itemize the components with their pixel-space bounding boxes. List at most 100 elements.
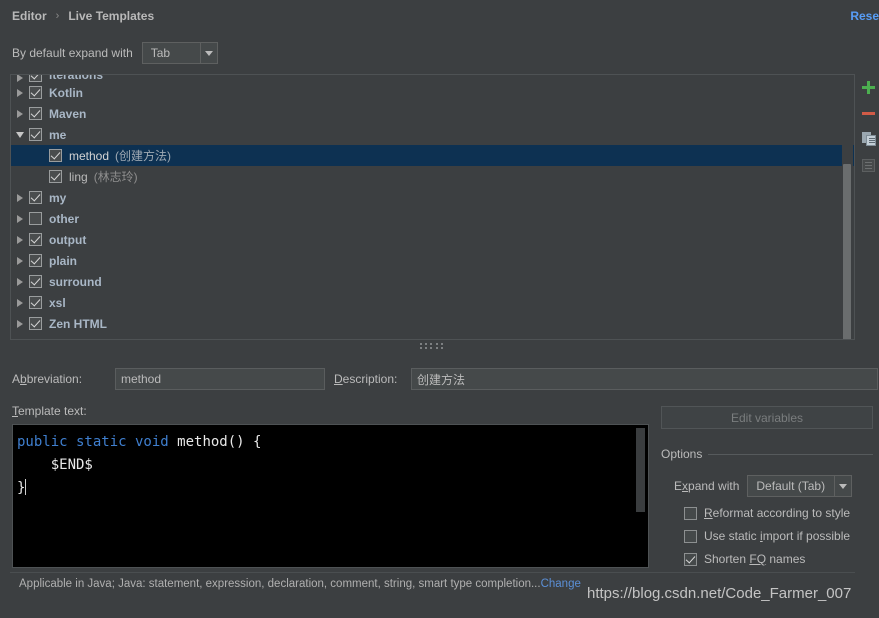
tree-row-checkbox[interactable] [49, 170, 62, 183]
add-icon [862, 80, 875, 94]
tree-row-checkbox[interactable] [29, 86, 42, 99]
panel-splitter[interactable] [10, 341, 855, 350]
expand-arrow-icon[interactable] [11, 75, 29, 82]
list-icon [862, 158, 875, 172]
reformat-checkbox-row[interactable]: Reformat according to style [684, 504, 850, 522]
tree-row[interactable]: other [11, 208, 854, 229]
default-expand-select[interactable]: Tab [141, 42, 218, 64]
code-line3: } [17, 480, 26, 496]
expand-arrow-icon[interactable] [11, 193, 29, 202]
tree-row-label: plain [49, 253, 78, 268]
tree-row-checkbox[interactable] [29, 107, 42, 120]
tree-row[interactable]: plain [11, 250, 854, 271]
tree-row[interactable]: Zen HTML [11, 313, 854, 334]
template-tree-panel[interactable]: iterations Kotlin Maven me method (创建方法) ling (… [10, 74, 855, 340]
default-expand-row: By default expand with Tab [12, 42, 218, 64]
change-context-button [858, 152, 879, 178]
tree-row-label: method [69, 148, 110, 163]
expand-arrow-icon[interactable] [11, 298, 29, 307]
reset-link[interactable]: Reset [850, 9, 879, 23]
expand-arrow-icon[interactable] [11, 235, 29, 244]
bottom-filler [0, 606, 879, 618]
tree-toolbar [858, 74, 879, 340]
code-keywords: public static void [17, 434, 178, 450]
description-label: Description: [334, 372, 398, 386]
tree-row-checkbox[interactable] [49, 149, 62, 162]
template-text-label: Template text: [12, 404, 87, 418]
description-input[interactable]: 创建方法 [411, 368, 878, 390]
expand-arrow-icon[interactable] [11, 256, 29, 265]
static-import-checkbox-row[interactable]: Use static import if possible [684, 527, 850, 545]
tree-row-checkbox[interactable] [29, 233, 42, 246]
tree-row-checkbox[interactable] [29, 317, 42, 330]
tree-row[interactable]: my [11, 187, 854, 208]
tree-row-checkbox[interactable] [29, 191, 42, 204]
tree-row-label: me [49, 127, 67, 142]
text-caret [25, 479, 27, 495]
tree-row[interactable]: xsl [11, 292, 854, 313]
tree-row[interactable]: ling (林志玲) [11, 166, 854, 187]
tree-row-checkbox[interactable] [29, 296, 42, 309]
change-context-link[interactable]: Change [541, 578, 581, 590]
options-group-divider [708, 453, 873, 455]
tree-row-label: my [49, 190, 67, 205]
applicable-context-text: Applicable in Java; Java: statement, exp… [19, 578, 581, 590]
expand-with-row: Expand with Default (Tab) [674, 475, 853, 497]
abbreviation-value: method [121, 372, 162, 386]
tree-scrollbar-track[interactable] [842, 76, 853, 339]
tree-row-checkbox[interactable] [29, 75, 42, 82]
applicable-context-value: Applicable in Java; Java: statement, exp… [19, 578, 541, 590]
tree-row-label: iterations [49, 75, 104, 82]
breadcrumb-root[interactable]: Editor [12, 9, 47, 23]
template-tree-list: iterations Kotlin Maven me method (创建方法) ling (… [11, 75, 854, 334]
add-template-button[interactable] [858, 74, 879, 100]
template-code: public static void method() { $END$ } [17, 431, 261, 500]
static-import-checkbox[interactable] [684, 529, 697, 543]
expand-with-label: Expand with [674, 479, 740, 493]
chevron-down-icon [833, 476, 852, 496]
tree-row-label: ling [69, 169, 88, 184]
template-tree-viewport: iterations Kotlin Maven me method (创建方法) ling (… [11, 75, 854, 339]
tree-row[interactable]: me [11, 124, 854, 145]
edit-variables-button[interactable]: Edit variables [661, 406, 873, 429]
tree-row-checkbox[interactable] [29, 212, 42, 225]
default-expand-label: By default expand with [12, 46, 133, 60]
collapse-arrow-icon[interactable] [11, 131, 29, 138]
expand-arrow-icon[interactable] [11, 214, 29, 223]
expand-arrow-icon[interactable] [11, 109, 29, 118]
editor-scrollbar-thumb[interactable] [636, 428, 645, 512]
tree-row[interactable]: surround [11, 271, 854, 292]
duplicate-template-button[interactable] [858, 126, 879, 152]
tree-row-checkbox[interactable] [29, 254, 42, 267]
breadcrumb-current: Live Templates [68, 9, 155, 23]
chevron-down-icon [200, 43, 216, 63]
code-line1-rest: method() { [177, 434, 262, 450]
tree-row[interactable]: iterations [11, 75, 854, 82]
abbreviation-input[interactable]: method [115, 368, 325, 390]
tree-row[interactable]: method (创建方法) [11, 145, 854, 166]
tree-row-checkbox[interactable] [29, 128, 42, 141]
tree-row[interactable]: Kotlin [11, 82, 854, 103]
reformat-label: Reformat according to style [704, 506, 851, 520]
shorten-fq-names-checkbox-row[interactable]: Shorten FQ names [684, 550, 805, 568]
edit-variables-label: Edit variables [730, 410, 804, 425]
remove-icon [862, 111, 875, 115]
expand-arrow-icon[interactable] [11, 277, 29, 286]
expand-arrow-icon[interactable] [11, 88, 29, 97]
tree-row[interactable]: output [11, 229, 854, 250]
tree-row-label: xsl [49, 295, 66, 310]
abbreviation-description-row: Abbreviation: method Description: 创建方法 [12, 368, 878, 390]
remove-template-button[interactable] [858, 100, 879, 126]
watermark: https://blog.csdn.net/Code_Farmer_007 [587, 585, 852, 602]
tree-row[interactable]: Maven [11, 103, 854, 124]
abbreviation-label: Abbreviation: [12, 372, 83, 386]
shorten-fq-names-checkbox[interactable] [684, 552, 697, 566]
tree-row-label: Maven [49, 106, 87, 121]
template-text-editor[interactable]: public static void method() { $END$ } [12, 424, 649, 568]
tree-row-checkbox[interactable] [29, 275, 42, 288]
expand-arrow-icon[interactable] [11, 319, 29, 328]
tree-scrollbar-thumb[interactable] [843, 164, 851, 339]
duplicate-icon [861, 132, 876, 146]
reformat-checkbox[interactable] [684, 506, 697, 520]
expand-with-select[interactable]: Default (Tab) [747, 475, 853, 497]
